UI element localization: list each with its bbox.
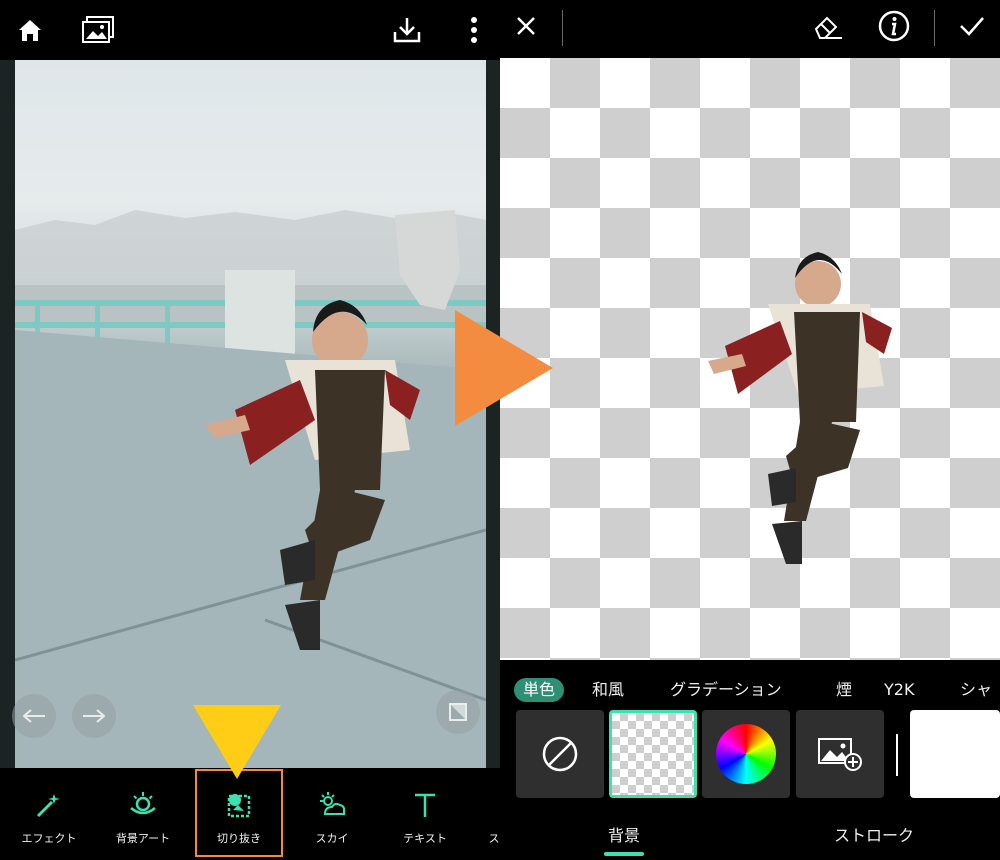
tool-label: 背景アート (115, 832, 171, 845)
cutout-canvas[interactable] (500, 58, 1000, 660)
pointer-arrow-down (193, 705, 281, 779)
tool-sky[interactable]: スカイ (286, 786, 378, 852)
transition-arrow (455, 310, 553, 426)
download-icon[interactable] (385, 8, 429, 52)
transparent-swatch[interactable] (609, 710, 697, 798)
tool-background-art[interactable]: 背景アート (97, 786, 189, 852)
check-icon[interactable] (950, 4, 994, 48)
tab-solid[interactable]: 単色 (514, 678, 565, 702)
more-vertical-icon[interactable] (452, 8, 496, 52)
tool-label: エフェクト (21, 832, 77, 845)
color-wheel-icon (716, 724, 776, 784)
sky-icon (320, 792, 346, 815)
cutout-bottom-tabs: 背景 ストローク (500, 808, 1000, 860)
eraser-icon[interactable] (806, 4, 850, 48)
tool-partial[interactable]: ス (448, 786, 500, 852)
divider (896, 734, 898, 776)
tab-background[interactable]: 背景 (608, 822, 640, 846)
cutout-subject (708, 252, 892, 564)
tab-smoke[interactable]: 煙 (836, 678, 852, 702)
tab-y2k[interactable]: Y2K (884, 678, 914, 702)
tool-label: ス (488, 832, 500, 845)
tool-effect[interactable]: エフェクト (3, 786, 95, 852)
tool-label: スカイ (315, 832, 349, 845)
background-art-icon (130, 792, 156, 815)
none-swatch[interactable] (516, 710, 604, 798)
selected-tab-indicator (604, 852, 644, 856)
photo-canvas[interactable] (15, 60, 486, 768)
cutout-pane: 単色 和風 グラデーション 煙 Y2K シャ 背景 ストローク (500, 0, 1000, 860)
undo-button[interactable] (12, 694, 56, 738)
editor-top-bar (0, 0, 500, 60)
photo-frame (0, 60, 500, 768)
none-icon (542, 736, 578, 772)
white-swatch[interactable] (910, 710, 1000, 798)
magic-wand-icon (36, 794, 60, 818)
tab-gradation[interactable]: グラデーション (670, 678, 782, 702)
text-icon (415, 793, 435, 817)
divider (934, 10, 935, 46)
add-image-swatch[interactable] (796, 710, 884, 798)
color-wheel-swatch[interactable] (702, 710, 790, 798)
info-icon[interactable] (872, 4, 916, 48)
tab-stroke[interactable]: ストローク (834, 822, 914, 846)
close-icon[interactable] (504, 4, 548, 48)
tab-partial[interactable]: シャ (960, 678, 992, 702)
divider (562, 10, 563, 46)
editor-pane: エフェクト 背景アート 切り抜き スカイ テキスト ス (0, 0, 500, 860)
home-icon[interactable] (8, 8, 52, 52)
gallery-icon[interactable] (76, 8, 120, 52)
redo-button[interactable] (72, 694, 116, 738)
cutout-top-bar (500, 0, 1000, 52)
tab-japanese[interactable]: 和風 (592, 678, 624, 702)
active-tool-highlight (195, 769, 283, 857)
compare-icon[interactable] (436, 690, 480, 734)
add-image-icon (818, 738, 862, 771)
background-category-tabs: 単色 和風 グラデーション 煙 Y2K シャ (500, 672, 1000, 706)
